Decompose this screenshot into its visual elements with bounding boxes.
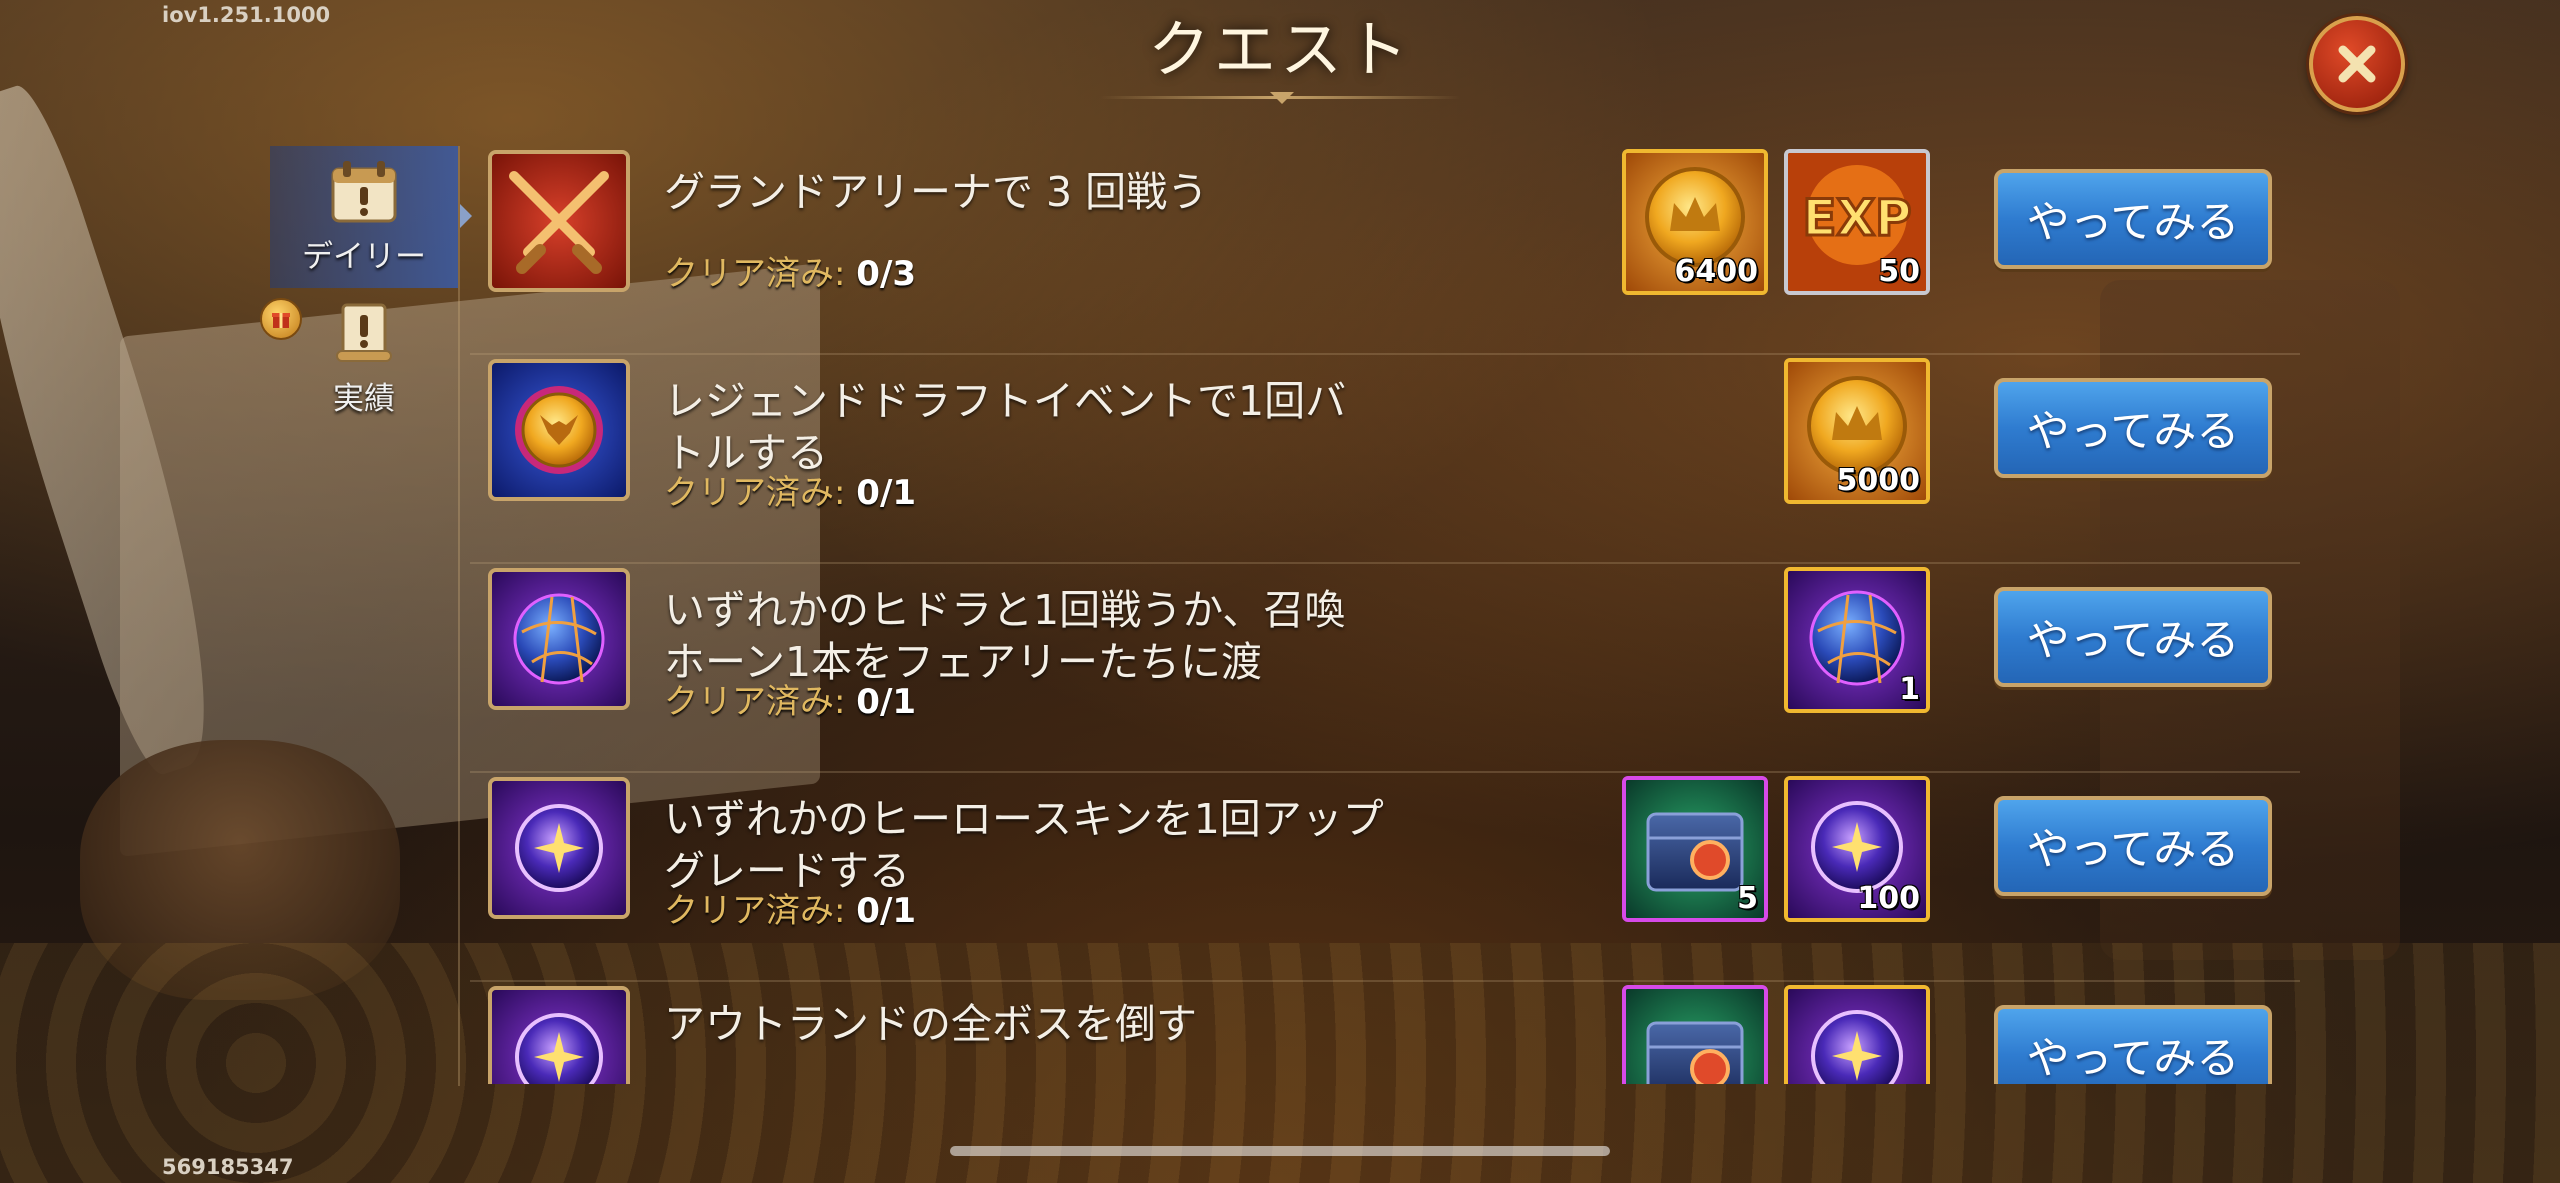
quest-progress-value: 0/1	[856, 682, 917, 722]
skin-chest-icon	[1626, 989, 1764, 1084]
quest-row: アウトランドの全ボスを倒す やってみる	[470, 982, 2300, 1084]
try-button[interactable]: やってみる	[1994, 796, 2272, 896]
quest-progress-label: クリア済み:	[664, 254, 846, 294]
quest-title: いずれかのヒーロースキンを1回アップグレードする	[664, 795, 1384, 895]
quest-title: いずれかのヒドラと1回戦うか、召喚ホーン1本をフェアリーたちに渡	[664, 586, 1346, 686]
quest-title: レジェンドドラフトイベントで1回バトルする	[664, 377, 1347, 477]
close-button[interactable]	[2309, 16, 2405, 112]
tab-achievements[interactable]: 実績	[260, 288, 458, 430]
quest-row: いずれかのヒーロースキンを1回アップグレードする クリア済み: 0/1 5 10…	[470, 773, 2300, 982]
panel-divider	[458, 146, 460, 1086]
reward-count: 6400	[1674, 254, 1759, 289]
close-icon	[2338, 45, 2376, 83]
fox-medallion-icon	[492, 363, 626, 497]
home-indicator[interactable]	[950, 1146, 1610, 1156]
skin-stone-icon	[492, 781, 626, 915]
reward-count: 100	[1857, 881, 1920, 916]
quest-progress-label: クリア済み:	[664, 682, 846, 722]
tab-daily[interactable]: デイリー	[270, 146, 472, 288]
try-button[interactable]: やってみる	[1994, 587, 2272, 687]
quest-progress: クリア済み: 0/1	[664, 465, 916, 514]
quest-progress-value: 0/3	[856, 254, 917, 294]
hydra-orb-icon	[492, 572, 626, 706]
reward-item[interactable]: 1	[1784, 567, 1930, 713]
quest-icon	[488, 150, 630, 292]
quest-icon	[488, 986, 630, 1084]
player-id-label: 569185347	[162, 1155, 294, 1179]
try-button[interactable]: やってみる	[1994, 169, 2272, 269]
reward-item[interactable]: 5	[1622, 776, 1768, 922]
quest-row: いずれかのヒドラと1回戦うか、召喚ホーン1本をフェアリーたちに渡 クリア済み: …	[470, 564, 2300, 773]
quest-progress-value: 0/1	[856, 891, 917, 931]
reward-item[interactable]	[1622, 985, 1768, 1084]
tab-daily-label: デイリー	[302, 238, 426, 275]
version-label: iov1.251.1000	[162, 3, 331, 27]
quest-progress: クリア済み: 0/3	[664, 246, 916, 295]
quest-title: アウトランドの全ボスを倒す	[664, 1000, 1197, 1048]
gift-badge	[260, 298, 302, 340]
reward-item[interactable]: EXP 50	[1784, 149, 1930, 295]
tab-achievements-label: 実績	[333, 380, 395, 417]
quest-progress-value: 0/1	[856, 473, 917, 513]
quest-icon	[488, 359, 630, 501]
reward-item[interactable]	[1784, 985, 1930, 1084]
page-title-container: クエスト	[1080, 0, 1480, 110]
reward-item[interactable]: 100	[1784, 776, 1930, 922]
skin-stone-icon	[1788, 989, 1926, 1084]
try-button[interactable]: やってみる	[1994, 378, 2272, 478]
sidebar: デイリー 実績	[260, 146, 472, 430]
quest-title: グランドアリーナで 3 回戦う	[664, 168, 1209, 216]
quest-icon	[488, 777, 630, 919]
quest-progress: クリア済み: 0/1	[664, 674, 916, 723]
quest-progress-label: クリア済み:	[664, 473, 846, 513]
reward-count: 1	[1899, 672, 1920, 707]
svg-text:EXP: EXP	[1802, 189, 1911, 247]
reward-item[interactable]: 6400	[1622, 149, 1768, 295]
daily-calendar-icon	[331, 160, 397, 222]
reward-count: 5	[1737, 881, 1758, 916]
quest-progress: クリア済み: 0/1	[664, 883, 916, 932]
crossed-swords-icon	[492, 154, 626, 288]
reward-count: 50	[1878, 254, 1920, 289]
page-title: クエスト	[1147, 13, 1412, 86]
achievement-scroll-icon	[336, 303, 392, 362]
title-notch	[1270, 92, 1294, 104]
quest-list[interactable]: グランドアリーナで 3 回戦う クリア済み: 0/3 6400 EXP 50 や…	[470, 146, 2300, 1084]
quest-row: レジェンドドラフトイベントで1回バトルする クリア済み: 0/1 5000 やっ…	[470, 355, 2300, 564]
reward-count: 5000	[1836, 463, 1921, 498]
quest-row: グランドアリーナで 3 回戦う クリア済み: 0/3 6400 EXP 50 や…	[470, 146, 2300, 355]
skin-stone-icon	[492, 990, 626, 1084]
reward-item[interactable]: 5000	[1784, 358, 1930, 504]
gift-icon	[272, 313, 290, 328]
try-button[interactable]: やってみる	[1994, 1005, 2272, 1084]
quest-progress-label: クリア済み:	[664, 891, 846, 931]
quest-icon	[488, 568, 630, 710]
